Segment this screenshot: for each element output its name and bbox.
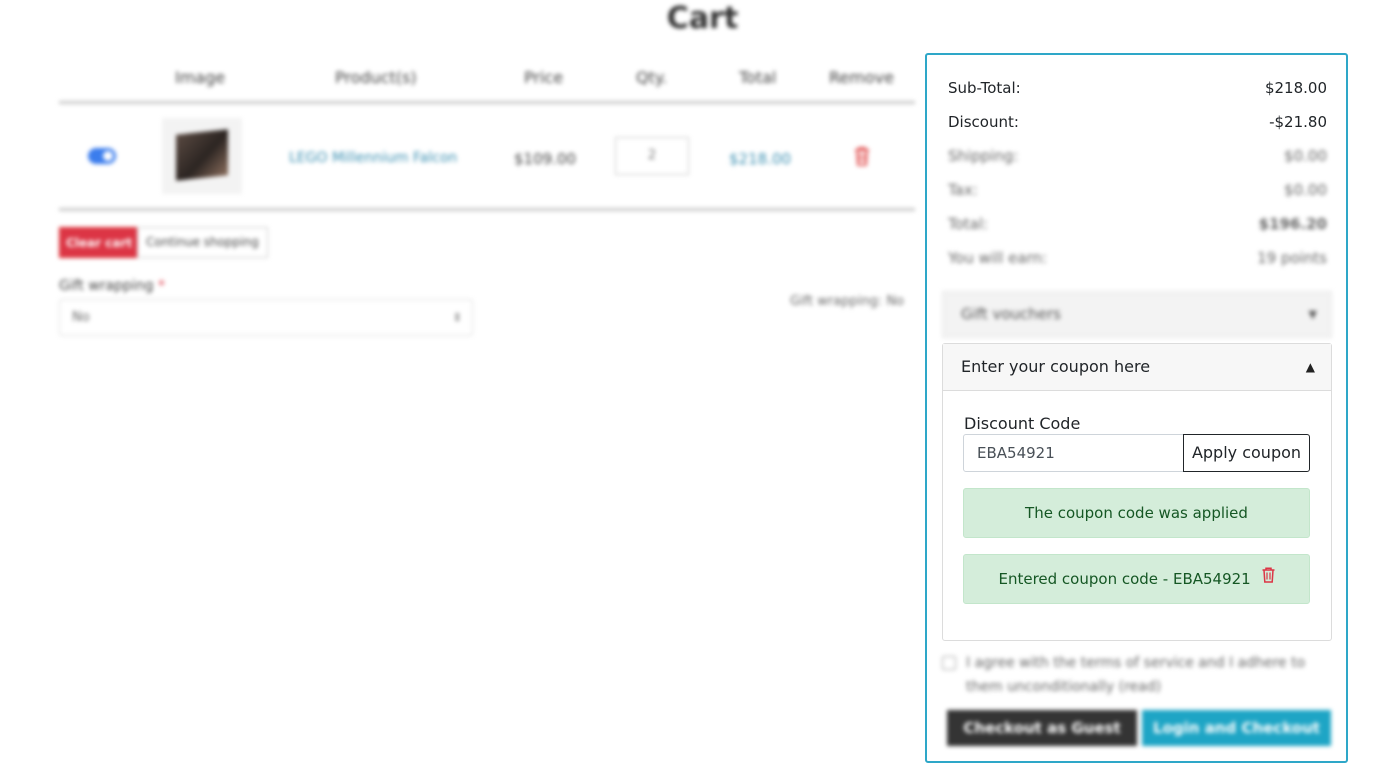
gift-wrapping-select[interactable]: No ⇕ <box>59 299 473 336</box>
chevron-up-icon: ▲ <box>1305 360 1315 374</box>
subtotal-value: $218.00 <box>1264 79 1327 97</box>
total-label: Total: <box>948 215 989 233</box>
select-arrows-icon: ⇕ <box>452 311 462 324</box>
header-price: Price <box>524 68 564 87</box>
required-mark: * <box>158 278 166 294</box>
gift-vouchers-label: Gift vouchers <box>961 305 1061 323</box>
terms-text: I agree with the terms of service and I … <box>966 655 1306 695</box>
header-total: Total <box>739 68 777 87</box>
gift-wrapping-label: Gift wrapping * <box>59 278 165 294</box>
product-price: $109.00 <box>514 150 577 168</box>
discount-value: -$21.80 <box>1269 113 1327 131</box>
entered-coupon-alert: Entered coupon code - EBA54921 <box>963 554 1310 604</box>
line-total: $218.00 <box>729 150 792 168</box>
terms-checkbox[interactable] <box>942 656 956 670</box>
discount-label: Discount: <box>948 113 1019 131</box>
order-summary-panel: Sub-Total: $218.00 Discount: -$21.80 Shi… <box>925 53 1348 763</box>
table-row: LEGO Millennium Falcon $109.00 2 $218.00 <box>59 104 915 211</box>
clear-cart-button[interactable]: Clear cart <box>59 227 140 258</box>
tax-label: Tax: <box>948 181 978 199</box>
header-image: Image <box>175 68 226 87</box>
chevron-down-icon: ▼ <box>1308 308 1317 321</box>
continue-shopping-button[interactable]: Continue shopping <box>137 227 268 258</box>
cart-table: Image Product(s) Price Qty. Total Remove… <box>59 58 915 211</box>
coupon-applied-message: The coupon code was applied <box>1025 504 1248 522</box>
earn-label: You will earn: <box>948 249 1048 267</box>
header-qty: Qty. <box>636 68 668 87</box>
apply-coupon-button[interactable]: Apply coupon <box>1183 434 1310 472</box>
gift-wrapping-summary: Gift wrapping: No <box>790 294 905 309</box>
page-title: Cart <box>666 1 739 36</box>
item-select-toggle[interactable] <box>88 148 116 164</box>
header-remove: Remove <box>829 68 894 87</box>
coupon-header-toggle[interactable]: Enter your coupon here ▲ <box>943 344 1331 391</box>
earn-value: 19 points <box>1257 249 1327 267</box>
terms-agreement: I agree with the terms of service and I … <box>942 651 1322 699</box>
coupon-applied-alert: The coupon code was applied <box>963 488 1310 538</box>
subtotal-label: Sub-Total: <box>948 79 1021 97</box>
login-checkout-button[interactable]: Login and Checkout <box>1142 710 1331 746</box>
coupon-card: Enter your coupon here ▲ Discount Code E… <box>942 343 1332 641</box>
product-image <box>162 118 242 194</box>
entered-coupon-message: Entered coupon code - EBA54921 <box>998 570 1251 588</box>
discount-code-label: Discount Code <box>964 414 1081 433</box>
total-value: $196.20 <box>1258 215 1327 233</box>
gift-wrapping-label-text: Gift wrapping <box>59 278 154 294</box>
quantity-input[interactable]: 2 <box>615 137 689 175</box>
coupon-header-label: Enter your coupon here <box>961 357 1151 376</box>
table-header: Image Product(s) Price Qty. Total Remove <box>59 58 915 104</box>
remove-coupon-icon[interactable] <box>1262 554 1275 602</box>
gift-wrapping-selected: No <box>72 310 90 325</box>
checkout-guest-button[interactable]: Checkout as Guest <box>947 710 1137 746</box>
discount-code-input[interactable]: EBA54921 <box>963 434 1184 472</box>
header-products: Product(s) <box>335 68 417 87</box>
remove-item-icon[interactable] <box>854 146 870 170</box>
shipping-value: $0.00 <box>1284 147 1327 165</box>
shipping-label: Shipping: <box>948 147 1019 165</box>
tax-value: $0.00 <box>1284 181 1327 199</box>
product-link[interactable]: LEGO Millennium Falcon <box>289 150 457 166</box>
gift-vouchers-toggle[interactable]: Gift vouchers ▼ <box>942 291 1332 338</box>
